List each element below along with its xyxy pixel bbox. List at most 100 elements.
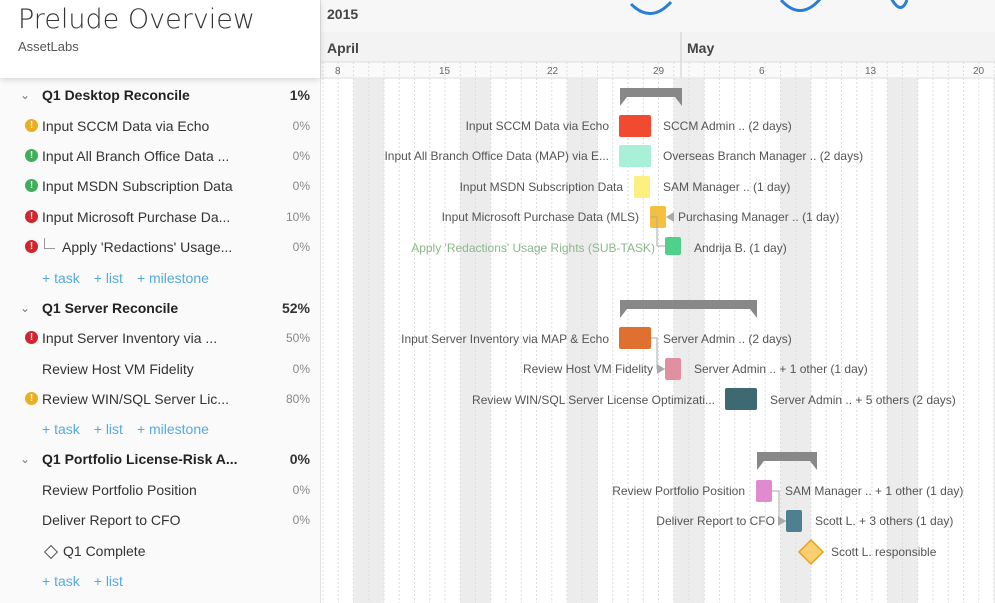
group-summary-bar[interactable] <box>620 88 682 106</box>
task-name: Input Microsoft Purchase Da... <box>42 209 231 225</box>
task-percent: 0% <box>292 149 310 163</box>
add-milestone-link[interactable]: + milestone <box>137 421 209 437</box>
task-percent: 80% <box>285 392 310 406</box>
dependency-arrow-icon <box>778 516 786 526</box>
task-row[interactable]: Review Host VM Fidelity 0% <box>0 354 320 384</box>
task-percent: 0% <box>292 179 310 193</box>
task-bar[interactable] <box>665 237 681 255</box>
assignee-label: Scott L. responsible <box>831 545 937 559</box>
task-percent: 0% <box>292 240 310 254</box>
task-bar[interactable] <box>619 327 651 349</box>
assignee-label: Purchasing Manager .. (1 day) <box>678 210 839 224</box>
group-row[interactable]: ⌄ Q1 Desktop Reconcile 1% <box>0 80 320 110</box>
subtask-row[interactable]: ! Apply 'Redactions' Usage... 0% <box>0 232 320 262</box>
bar-label: Input All Branch Office Data (MAP) via E… <box>384 149 609 163</box>
status-ok-icon: ! <box>25 179 38 192</box>
group-name: Q1 Portfolio License-Risk A... <box>42 451 238 467</box>
task-row[interactable]: ! Input Microsoft Purchase Da... 10% <box>0 202 320 232</box>
add-milestone-link[interactable]: + milestone <box>137 270 209 286</box>
milestone-name: Q1 Complete <box>63 543 146 559</box>
task-percent: 0% <box>292 483 310 497</box>
add-row: + task + list + milestone <box>0 414 320 444</box>
task-bar[interactable] <box>756 480 772 502</box>
task-name: Apply 'Redactions' Usage... <box>62 239 233 255</box>
bar-label: Input MSDN Subscription Data <box>460 180 624 194</box>
bar-label: Input Microsoft Purchase Data (MLS) <box>442 210 639 224</box>
assignee-label: SAM Manager .. + 1 other (1 day) <box>785 484 963 498</box>
bar-label: Review WIN/SQL Server License Optimizati… <box>472 393 715 407</box>
bar-label: Input SCCM Data via Echo <box>466 119 610 133</box>
task-row[interactable]: Review Portfolio Position 0% <box>0 475 320 505</box>
milestone-row[interactable]: Q1 Complete <box>0 536 320 566</box>
group-name: Q1 Server Reconcile <box>42 300 179 316</box>
task-row[interactable]: ! Input SCCM Data via Echo 0% <box>0 111 320 141</box>
task-name: Review WIN/SQL Server Lic... <box>42 391 229 407</box>
task-bar[interactable] <box>665 358 681 380</box>
chevron-down-icon[interactable]: ⌄ <box>20 80 30 110</box>
assignee-label: Overseas Branch Manager .. (2 days) <box>663 149 863 163</box>
add-list-link[interactable]: + list <box>94 421 123 437</box>
group-row[interactable]: ⌄ Q1 Server Reconcile 52% <box>0 293 320 323</box>
bar-label: Review Portfolio Position <box>612 484 745 498</box>
add-row: + task + list + milestone <box>0 263 320 293</box>
dependency-arrow-icon <box>666 212 674 222</box>
assignee-label: SCCM Admin .. (2 days) <box>663 119 792 133</box>
add-task-link[interactable]: + task <box>42 573 80 589</box>
task-percent: 50% <box>285 331 310 345</box>
task-percent: 0% <box>292 362 310 376</box>
assignee-label: Scott L. + 3 others (1 day) <box>815 514 953 528</box>
group-percent: 52% <box>281 300 310 316</box>
status-warning-icon: ! <box>25 119 38 132</box>
subtask-connector-icon <box>44 238 55 249</box>
project-org: AssetLabs <box>18 39 79 54</box>
task-name: Deliver Report to CFO <box>42 512 181 528</box>
group-percent: 1% <box>289 87 310 103</box>
task-name: Input All Branch Office Data ... <box>42 148 230 164</box>
add-row: + task + list <box>0 566 320 596</box>
assignee-label: Server Admin .. + 5 others (2 days) <box>770 393 956 407</box>
task-row[interactable]: ! Input All Branch Office Data ... 0% <box>0 141 320 171</box>
add-list-link[interactable]: + list <box>94 270 123 286</box>
task-row[interactable]: ! Input MSDN Subscription Data 0% <box>0 171 320 201</box>
task-bar[interactable] <box>634 176 650 198</box>
add-list-link[interactable]: + list <box>94 573 123 589</box>
chevron-down-icon[interactable]: ⌄ <box>20 444 30 474</box>
add-task-link[interactable]: + task <box>42 270 80 286</box>
group-row[interactable]: ⌄ Q1 Portfolio License-Risk A... 0% <box>0 444 320 474</box>
task-row[interactable]: ! Input Server Inventory via ... 50% <box>0 323 320 353</box>
group-summary-bar[interactable] <box>620 300 757 318</box>
task-row[interactable]: Deliver Report to CFO 0% <box>0 505 320 535</box>
task-bar[interactable] <box>786 510 802 532</box>
task-percent: 10% <box>285 210 310 224</box>
gantt-chart[interactable]: 2015 April May 8 15 22 29 6 13 20 Input … <box>321 0 995 603</box>
group-percent: 0% <box>289 451 310 467</box>
bar-label: Apply 'Redactions' Usage Rights (SUB-TAS… <box>411 241 655 255</box>
task-bar[interactable] <box>619 115 651 137</box>
chevron-down-icon[interactable]: ⌄ <box>20 293 30 323</box>
status-alert-icon: ! <box>25 210 38 223</box>
task-name: Review Host VM Fidelity <box>42 361 194 377</box>
add-task-link[interactable]: + task <box>42 421 80 437</box>
gantt-bars: Input SCCM Data via Echo Input All Branc… <box>384 88 963 566</box>
task-bar[interactable] <box>725 388 757 410</box>
dependency-arrow-icon <box>657 364 665 374</box>
assignee-label: Server Admin .. (2 days) <box>663 332 792 346</box>
task-row[interactable]: ! Review WIN/SQL Server Lic... 80% <box>0 384 320 414</box>
assignee-label: Server Admin .. + 1 other (1 day) <box>694 362 868 376</box>
group-summary-bar[interactable] <box>757 452 817 470</box>
status-alert-icon: ! <box>25 240 38 253</box>
project-title: Prelude Overview <box>18 4 255 35</box>
status-warning-icon: ! <box>25 392 38 405</box>
assignee-label: SAM Manager .. (1 day) <box>663 180 790 194</box>
bar-label: Input Server Inventory via MAP & Echo <box>401 332 609 346</box>
assignee-label: Andrija B. (1 day) <box>694 241 787 255</box>
task-percent: 0% <box>292 119 310 133</box>
bar-label: Review Host VM Fidelity <box>523 362 653 376</box>
task-bar[interactable] <box>619 145 651 167</box>
milestone-diamond-icon <box>43 544 59 560</box>
project-header: Prelude Overview AssetLabs <box>0 0 320 78</box>
bar-label: Deliver Report to CFO <box>656 514 775 528</box>
task-list-panel: Prelude Overview AssetLabs ⌄ Q1 Desktop … <box>0 0 321 603</box>
status-ok-icon: ! <box>25 149 38 162</box>
milestone-diamond[interactable] <box>797 538 825 566</box>
